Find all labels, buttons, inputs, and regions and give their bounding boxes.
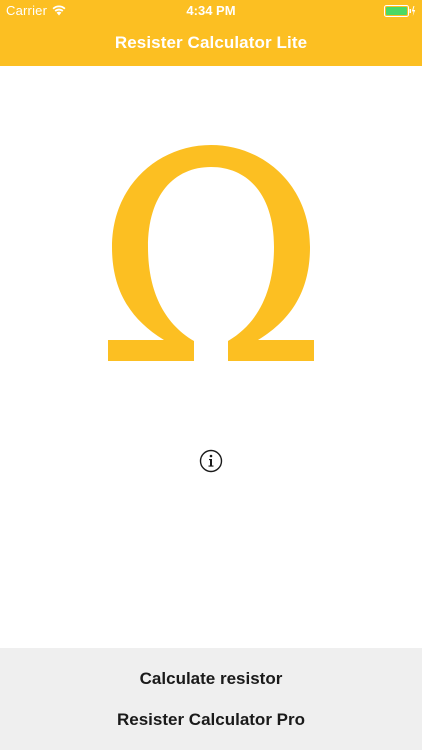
- omega-icon: [108, 145, 314, 361]
- page-title: Resister Calculator Lite: [114, 33, 308, 52]
- navigation-bar: Carrier 4:34 PM Resister Calculator Lite: [0, 0, 422, 66]
- info-button[interactable]: [199, 449, 223, 473]
- app-screen: Carrier 4:34 PM Resister Calculator Lite: [0, 0, 422, 750]
- pro-version-button[interactable]: Resister Calculator Pro: [0, 709, 422, 731]
- battery-icon: [384, 5, 416, 17]
- status-time: 4:34 PM: [186, 3, 236, 18]
- status-bar: Carrier 4:34 PM: [0, 0, 422, 22]
- bottom-action-panel: [0, 648, 422, 750]
- calculate-resistor-button[interactable]: Calculate resistor: [0, 668, 422, 690]
